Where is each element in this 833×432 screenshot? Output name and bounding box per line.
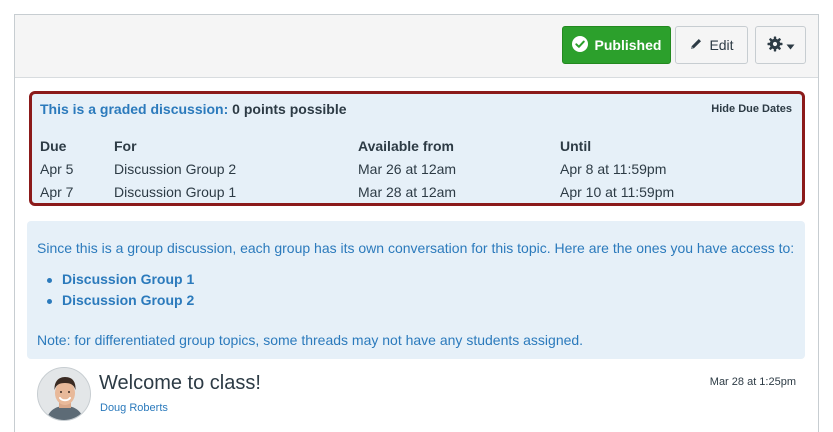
edit-label: Edit — [709, 37, 734, 53]
check-circle-icon — [571, 35, 588, 55]
due-dates-table: Due For Available from Until Apr 5 Discu… — [40, 138, 800, 207]
cell-for: Discussion Group 2 — [114, 161, 237, 177]
graded-discussion-label: This is a graded discussion: — [40, 101, 229, 117]
group-discussion-notice: Since this is a group discussion, each g… — [27, 221, 805, 359]
discussion-entry: Welcome to class! Doug Roberts Mar 28 at… — [37, 367, 807, 432]
avatar[interactable] — [37, 367, 91, 421]
due-dates-panel: This is a graded discussion: 0 points po… — [29, 91, 805, 206]
discussion-frame: Published Edit This is a graded discussi… — [14, 14, 819, 432]
cell-available-from: Mar 26 at 12am — [358, 161, 457, 177]
edit-button[interactable]: Edit — [675, 26, 748, 64]
discussion-toolbar: Published Edit — [15, 15, 818, 78]
header-for: For — [114, 138, 137, 154]
cell-available-from: Mar 28 at 12am — [358, 184, 457, 200]
published-button[interactable]: Published — [562, 26, 671, 64]
entry-timestamp: Mar 28 at 1:25pm — [709, 376, 796, 388]
published-label: Published — [594, 37, 662, 53]
settings-menu-button[interactable] — [755, 26, 806, 64]
pencil-icon — [689, 37, 703, 54]
header-due: Due — [40, 138, 67, 154]
group-link-1[interactable]: Discussion Group 1 — [62, 271, 194, 287]
caret-down-icon — [786, 37, 795, 53]
list-item: Discussion Group 1 — [46, 271, 194, 292]
table-row: Apr 5 Discussion Group 2 Mar 26 at 12am … — [40, 161, 800, 184]
cell-due: Apr 5 — [40, 161, 74, 177]
group-intro-text: Since this is a group discussion, each g… — [37, 240, 795, 256]
header-available-from: Available from — [358, 138, 454, 154]
header-until: Until — [560, 138, 592, 154]
list-item: Discussion Group 2 — [46, 292, 194, 313]
hide-due-dates-link[interactable]: Hide Due Dates — [711, 103, 792, 115]
group-link-2[interactable]: Discussion Group 2 — [62, 292, 194, 308]
group-note-text: Note: for differentiated group topics, s… — [37, 332, 584, 348]
entry-title: Welcome to class! — [99, 372, 261, 394]
cell-until: Apr 10 at 11:59pm — [560, 184, 675, 200]
table-row: Apr 7 Discussion Group 1 Mar 28 at 12am … — [40, 184, 800, 207]
table-header-row: Due For Available from Until — [40, 138, 800, 161]
cell-for: Discussion Group 1 — [114, 184, 237, 200]
graded-discussion-line: This is a graded discussion: 0 points po… — [40, 101, 347, 117]
gear-icon — [767, 36, 783, 55]
cell-until: Apr 8 at 11:59pm — [560, 161, 667, 177]
group-list: Discussion Group 1 Discussion Group 2 — [46, 271, 194, 313]
cell-due: Apr 7 — [40, 184, 74, 200]
points-possible: 0 points possible — [232, 101, 347, 117]
entry-author-link[interactable]: Doug Roberts — [100, 402, 168, 414]
